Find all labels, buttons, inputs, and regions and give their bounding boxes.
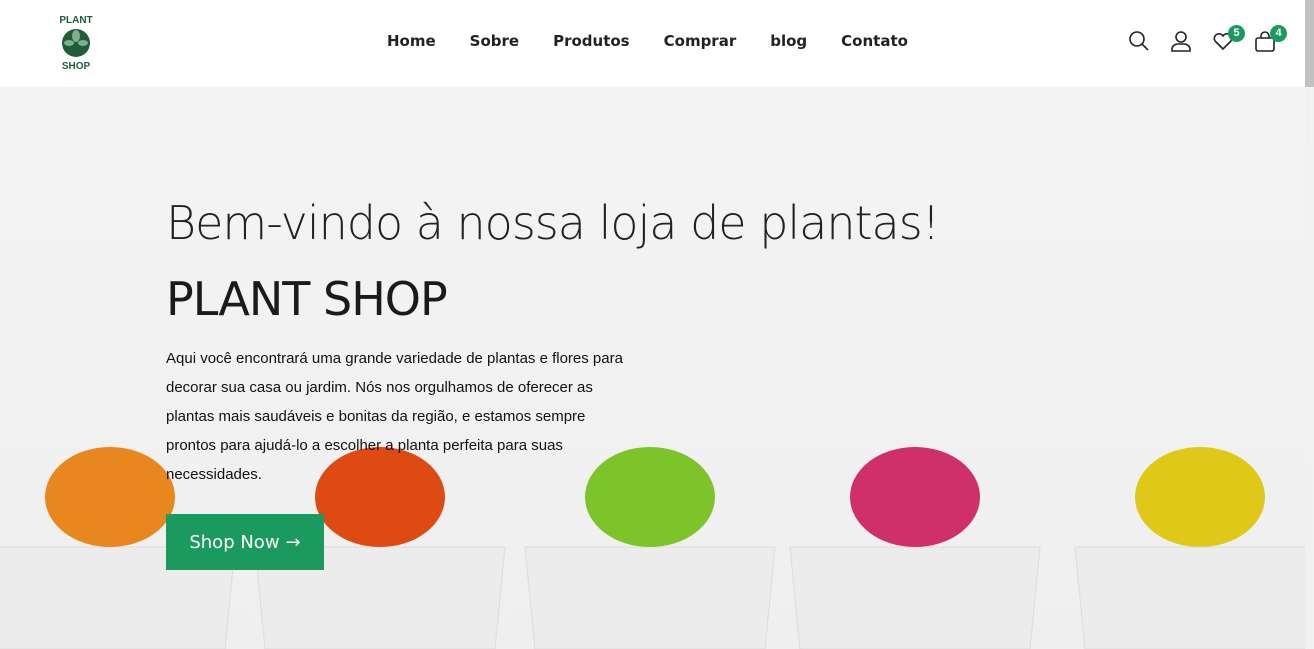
wishlist-count-badge: 5 <box>1228 25 1245 42</box>
nav-home[interactable]: Home <box>387 32 436 50</box>
cart-count-badge: 4 <box>1270 25 1287 42</box>
scrollbar[interactable] <box>1305 0 1314 649</box>
pot <box>789 546 1041 649</box>
nav-contato[interactable]: Contato <box>841 32 908 50</box>
cactus <box>1135 447 1265 547</box>
nav-blog[interactable]: blog <box>770 32 807 50</box>
cactus <box>850 447 980 547</box>
shop-now-label: Shop Now <box>189 531 280 553</box>
arrow-right-icon: → <box>285 531 301 553</box>
search-icon[interactable] <box>1128 30 1150 52</box>
pot <box>524 546 776 649</box>
hero-welcome: Bem-vindo à nossa loja de plantas! <box>166 196 940 250</box>
scrollbar-thumb[interactable] <box>1305 0 1314 87</box>
nav-produtos[interactable]: Produtos <box>553 32 630 50</box>
user-icon[interactable] <box>1170 30 1192 52</box>
header: PLANT SHOP Home Sobre Produtos Comprar b… <box>0 0 1305 87</box>
cart-bag-icon[interactable]: 4 <box>1254 25 1287 52</box>
hero-title: PLANT SHOP <box>166 272 448 326</box>
hero-description: Aqui você encontrará uma grande variedad… <box>166 350 623 483</box>
plant-shop-logo[interactable]: PLANT SHOP <box>46 12 110 72</box>
pot <box>1074 546 1305 649</box>
cactus <box>45 447 175 547</box>
svg-text:PLANT: PLANT <box>59 15 92 26</box>
nav-sobre[interactable]: Sobre <box>470 32 519 50</box>
nav-comprar[interactable]: Comprar <box>664 32 737 50</box>
shop-now-button[interactable]: Shop Now → <box>166 514 324 570</box>
main-nav: Home Sobre Produtos Comprar blog Contato <box>387 32 942 50</box>
svg-text:SHOP: SHOP <box>62 61 91 72</box>
wishlist-heart-icon[interactable]: 5 <box>1212 25 1245 52</box>
hero-section: Bem-vindo à nossa loja de plantas! PLANT… <box>0 87 1305 649</box>
